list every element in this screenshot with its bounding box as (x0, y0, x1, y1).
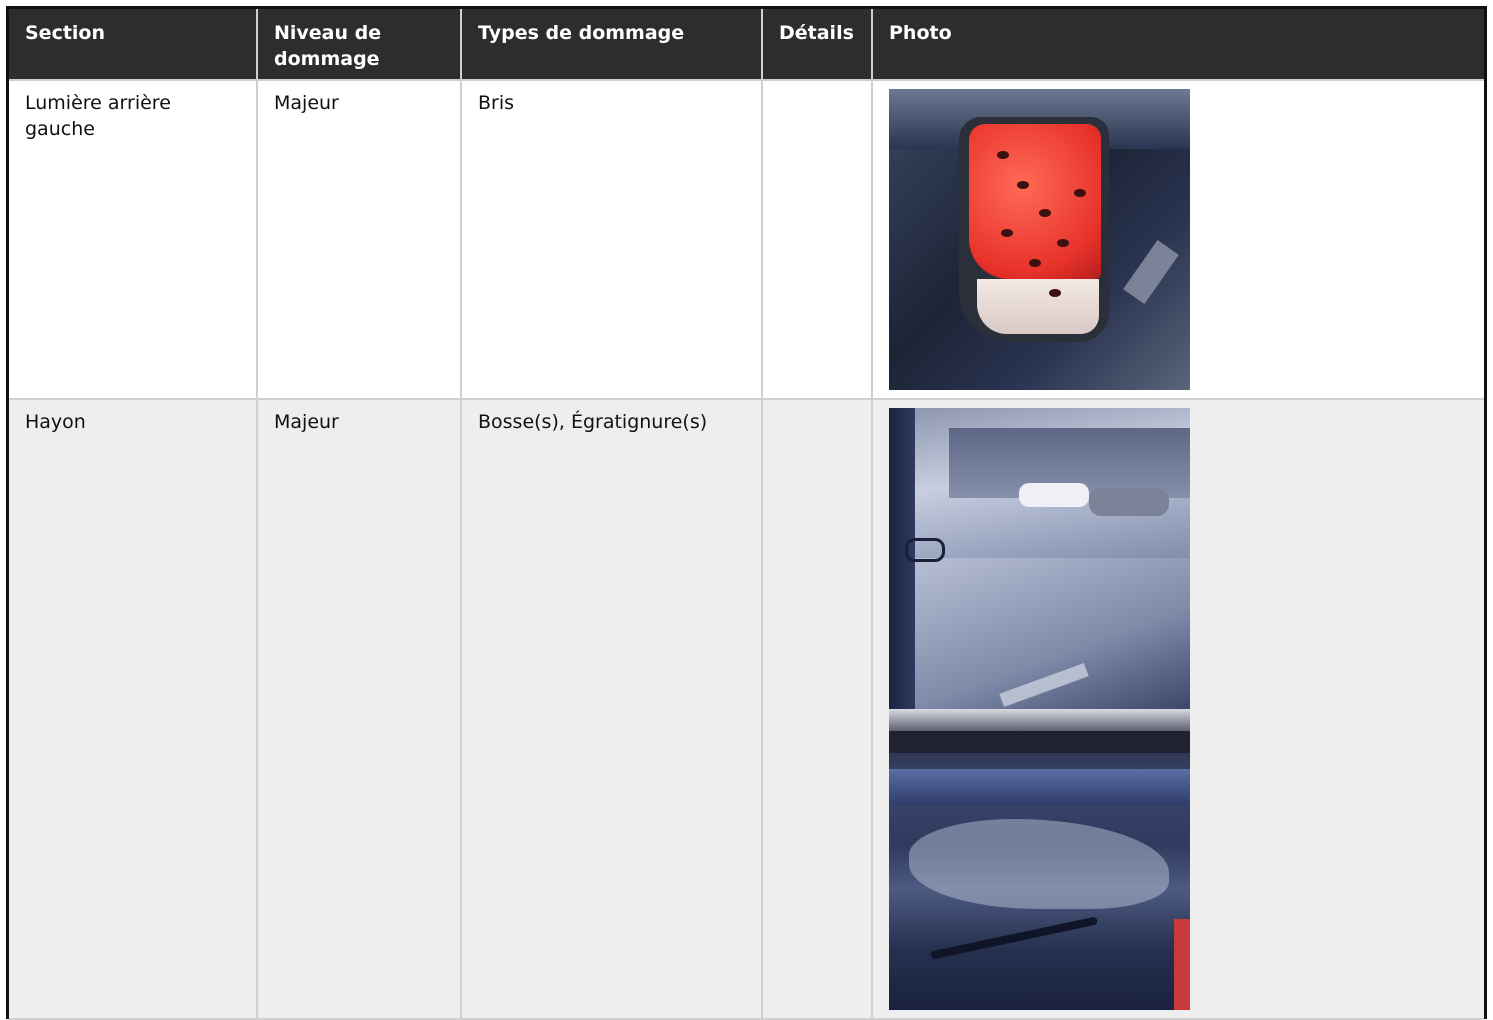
header-damage-level: Niveau de dommage (256, 9, 462, 81)
cell-section: Lumière arrière gauche (9, 79, 258, 400)
cell-details (761, 398, 873, 1020)
damage-photo-tailgate-dent[interactable] (889, 408, 1190, 709)
cell-photo (871, 398, 1484, 1020)
table-row: Lumière arrière gauche Majeur Bris (9, 79, 1484, 400)
table-row: Hayon Majeur Bosse(s), Égratignure(s) (9, 398, 1484, 1020)
header-section: Section (9, 9, 258, 81)
damage-table: Section Niveau de dommage Types de domma… (9, 9, 1484, 1020)
header-photo: Photo (871, 9, 1484, 81)
cell-photo (871, 79, 1484, 400)
cell-damage-types: Bosse(s), Égratignure(s) (460, 398, 763, 1020)
table-header-row: Section Niveau de dommage Types de domma… (9, 9, 1484, 81)
cell-damage-level: Majeur (256, 398, 462, 1020)
damage-photo-tailgate-scratch[interactable] (889, 709, 1190, 1010)
header-damage-types: Types de dommage (460, 9, 763, 81)
cell-details (761, 79, 873, 400)
cell-damage-types: Bris (460, 79, 763, 400)
damage-photo-tail-light[interactable] (889, 89, 1190, 390)
cell-damage-level: Majeur (256, 79, 462, 400)
cell-section: Hayon (9, 398, 258, 1020)
damage-report-frame: Section Niveau de dommage Types de domma… (6, 6, 1487, 1020)
header-details: Détails (761, 9, 873, 81)
